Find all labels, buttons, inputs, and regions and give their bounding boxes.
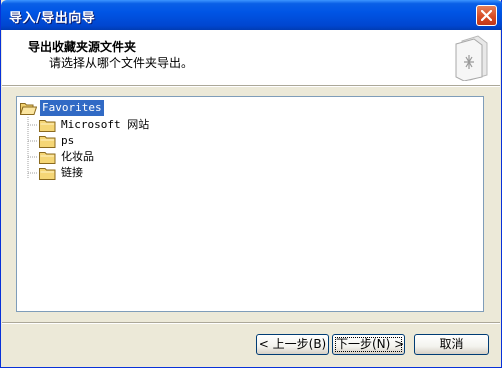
folder-icon: [39, 136, 56, 148]
header-subtitle: 请选择从哪个文件夹导出。: [49, 56, 194, 70]
header-separator: [2, 85, 500, 87]
window-title: 导入/导出向导: [9, 11, 96, 26]
next-button-label: 下一步(N) >: [335, 337, 405, 352]
tree-node-label: Microsoft 网站: [61, 118, 150, 131]
favorites-document-icon: [455, 35, 488, 81]
tree-node-label: ps: [61, 134, 75, 147]
back-button[interactable]: < 上一步(B): [256, 334, 329, 355]
folder-tree[interactable]: Favorites Microsoft 网站 ps 化妆品 链接: [16, 96, 484, 312]
footer-separator: [2, 322, 500, 324]
tree-node-label: 化妆品: [61, 150, 94, 163]
tree-node-label: 链接: [61, 166, 83, 179]
folder-icon: [39, 120, 56, 132]
cancel-button[interactable]: 取消: [414, 334, 489, 355]
header-title: 导出收藏夹源文件夹: [28, 40, 137, 54]
folder-icon: [39, 168, 56, 180]
folder-open-icon: [20, 103, 37, 115]
wizard-header: 导出收藏夹源文件夹 请选择从哪个文件夹导出。: [2, 30, 500, 85]
close-icon: [481, 10, 492, 21]
close-button[interactable]: [476, 5, 497, 26]
folder-icon: [39, 152, 56, 164]
next-button[interactable]: 下一步(N) >: [332, 334, 405, 355]
tree-node-label: Favorites: [39, 99, 105, 117]
title-bar[interactable]: 导入/导出向导: [1, 0, 502, 30]
wizard-window: 导入/导出向导 导出收藏夹源文件夹 请选择从哪个文件夹导出。 Favorites: [0, 0, 502, 368]
